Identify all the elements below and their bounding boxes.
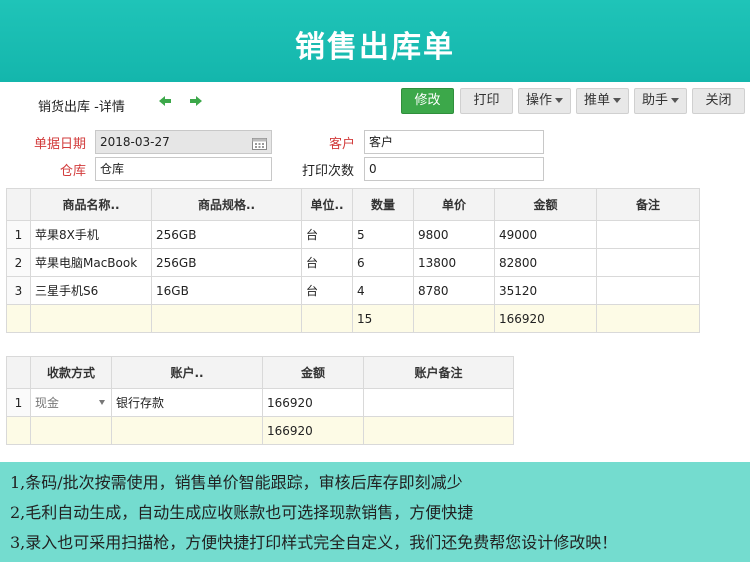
total-qty: 15 [352,304,414,333]
arrow-right-icon[interactable] [189,94,203,108]
date-field[interactable]: 2018-03-27 [95,130,272,154]
cell-amount[interactable]: 82800 [494,248,597,277]
index-header [6,356,31,389]
table-row[interactable]: 1 苹果8X手机 256GB 台 5 9800 49000 [6,220,700,249]
total-note [596,304,700,333]
cell-spec[interactable]: 256GB [151,248,302,277]
cell-name[interactable]: 苹果电脑MacBook [30,248,152,277]
cell-note[interactable] [596,276,700,305]
edit-button[interactable]: 修改 [401,88,454,114]
date-value: 2018-03-27 [100,135,170,149]
cell-spec[interactable]: 256GB [151,220,302,249]
push-order-label: 推单 [583,93,610,108]
breadcrumb: 销货出库 -详情 [38,100,125,115]
total-account [111,416,263,445]
cell-note[interactable] [596,248,700,277]
total-spec [151,304,302,333]
feature-note-1: 1,条码/批次按需使用，销售单价智能跟踪，审核后库存即刻减少 [10,473,463,492]
col-header-name[interactable]: 商品名称.. [30,188,152,221]
total-unit [301,304,353,333]
toolbar-row: 销货出库 -详情 修改 打印 操作 推单 助手 关闭 [0,86,750,118]
warehouse-field[interactable]: 仓库 [95,157,272,181]
cell-qty[interactable]: 5 [352,220,414,249]
feature-notes: 1,条码/批次按需使用，销售单价智能跟踪，审核后库存即刻减少 2,毛利自动生成，… [0,462,750,562]
cell-qty[interactable]: 4 [352,276,414,305]
cell-amount[interactable]: 35120 [494,276,597,305]
assistant-label: 助手 [641,93,668,108]
total-pay-amount: 166920 [262,416,364,445]
col-header-account-note: 账户备注 [363,356,514,389]
arrow-left-icon[interactable] [158,94,172,108]
table-row[interactable]: 1 现金 银行存款 166920 [6,388,514,417]
print-count-label: 打印次数 [302,164,355,179]
cell-unit[interactable]: 台 [301,276,353,305]
feature-note-2: 2,毛利自动生成，自动生成应收账款也可选择现款销售，方便快捷 [10,503,474,522]
payment-method-select[interactable]: 现金 [30,388,112,417]
cell-account-note[interactable] [363,388,514,417]
col-header-method: 收款方式 [30,356,112,389]
col-header-amount: 金额 [494,188,597,221]
total-name [30,304,152,333]
total-method [30,416,112,445]
cell-name[interactable]: 三星手机S6 [30,276,152,305]
col-header-account[interactable]: 账户.. [111,356,263,389]
cell-note[interactable] [596,220,700,249]
row-index: 3 [6,276,31,305]
col-header-price: 单价 [413,188,495,221]
cell-pay-amount[interactable]: 166920 [262,388,364,417]
total-index [6,304,31,333]
payment-table: 收款方式 账户.. 金额 账户备注 1 现金 银行存款 166920 16692… [6,356,514,445]
payment-header-row: 收款方式 账户.. 金额 账户备注 [6,356,514,389]
index-header [6,188,31,221]
dropdown-arrow-icon[interactable] [99,400,105,405]
cell-unit[interactable]: 台 [301,220,353,249]
table-row[interactable]: 3 三星手机S6 16GB 台 4 8780 35120 [6,276,700,305]
customer-label: 客户 [329,137,356,152]
total-index [6,416,31,445]
cell-price[interactable]: 8780 [413,276,495,305]
page-title: 销售出库单 [295,30,455,65]
payment-method-value: 现金 [35,396,60,410]
cell-qty[interactable]: 6 [352,248,414,277]
table-row[interactable]: 2 苹果电脑MacBook 256GB 台 6 13800 82800 [6,248,700,277]
cell-amount[interactable]: 49000 [494,220,597,249]
cell-unit[interactable]: 台 [301,248,353,277]
cell-price[interactable]: 13800 [413,248,495,277]
col-header-qty: 数量 [352,188,414,221]
total-account-note [363,416,514,445]
cell-price[interactable]: 9800 [413,220,495,249]
feature-note-3: 3,录入也可采用扫描枪，方便快捷打印样式完全自定义，我们还免费帮您设计修改映！ [10,533,618,552]
cell-account[interactable]: 银行存款 [111,388,263,417]
col-header-note: 备注 [596,188,700,221]
calendar-icon[interactable] [252,135,267,150]
push-order-button[interactable]: 推单 [576,88,629,114]
warehouse-label: 仓库 [60,164,87,179]
close-button[interactable]: 关闭 [692,88,745,114]
col-header-spec[interactable]: 商品规格.. [151,188,302,221]
chevron-down-icon [671,98,679,103]
items-table: 商品名称.. 商品规格.. 单位.. 数量 单价 金额 备注 1 苹果8X手机 … [6,188,700,333]
total-amount: 166920 [494,304,597,333]
title-banner: 销售出库单 [0,0,750,82]
customer-field[interactable]: 客户 [364,130,544,154]
date-label: 单据日期 [34,137,87,152]
row-index: 1 [6,220,31,249]
total-row: 15 166920 [6,304,700,333]
row-index: 1 [6,388,31,417]
print-button[interactable]: 打印 [460,88,513,114]
total-price [413,304,495,333]
items-header-row: 商品名称.. 商品规格.. 单位.. 数量 单价 金额 备注 [6,188,700,221]
chevron-down-icon [555,98,563,103]
total-row: 166920 [6,416,514,445]
print-count-field: 0 [364,157,544,181]
operate-label: 操作 [525,93,552,108]
cell-name[interactable]: 苹果8X手机 [30,220,152,249]
chevron-down-icon [613,98,621,103]
operate-button[interactable]: 操作 [518,88,571,114]
col-header-unit[interactable]: 单位.. [301,188,353,221]
col-header-pay-amount: 金额 [262,356,364,389]
cell-spec[interactable]: 16GB [151,276,302,305]
assistant-button[interactable]: 助手 [634,88,687,114]
row-index: 2 [6,248,31,277]
